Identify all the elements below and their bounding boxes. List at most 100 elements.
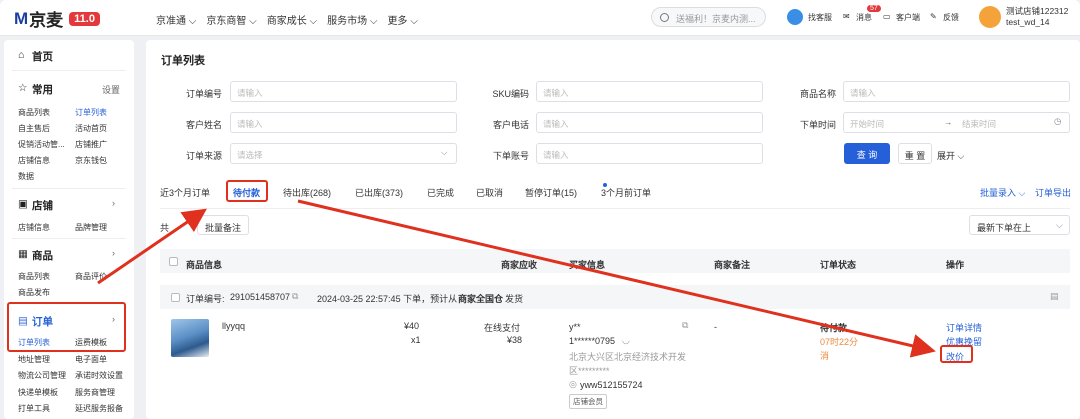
highlight-change-price (940, 345, 973, 363)
order-no-input[interactable]: 请输入 (230, 81, 457, 102)
main-panel: 订单列表 订单编号 请输入 SKU编码 请输入 商品名称 请输入 客户姓名 请输… (146, 40, 1080, 419)
tab-cancelled[interactable]: 已取消 (476, 186, 503, 199)
nav-more[interactable]: 更多 ⌵ (387, 12, 417, 27)
label-customer-phone: 客户电话 (492, 120, 529, 130)
customer-phone-input[interactable]: 请输入 (536, 112, 763, 133)
tab-recent-3-months[interactable]: 近3个月订单 (160, 186, 210, 199)
sidebar-item-publish[interactable]: 商品发布 (18, 287, 50, 298)
total-label: 共 (160, 223, 170, 233)
user-id: test_wd_14 (1006, 17, 1050, 27)
th-status: 订单状态 (820, 260, 857, 270)
note-icon[interactable]: ▤ (1050, 291, 1059, 302)
query-button[interactable]: 查 询 (844, 143, 890, 164)
sort-select[interactable]: 最新下单在上 ⌵ (969, 215, 1070, 235)
sidebar-item-shop-detail[interactable]: 店铺信息 (18, 222, 50, 233)
end-time-input[interactable]: 结束时间 (962, 118, 996, 130)
chevron-down-icon: ⌵ (441, 147, 448, 157)
order-source-select[interactable]: 请选择 ⌵ (230, 143, 457, 164)
message-button[interactable]: 消息 (856, 12, 872, 23)
sku-input[interactable]: 请输入 (536, 81, 763, 102)
batch-note-button[interactable]: 批量备注 (197, 215, 249, 235)
order-account-input[interactable]: 请输入 (536, 143, 763, 164)
th-buyer: 买家信息 (569, 260, 606, 270)
sidebar-item-product-list[interactable]: 商品列表 (18, 107, 50, 118)
sidebar-item-delay[interactable]: 延迟服务报备 (75, 403, 123, 414)
user-info[interactable]: 测试店铺122312 test_wd_14 (1006, 6, 1068, 28)
batch-entry-button[interactable]: 批量录入 ⌵ (980, 186, 1025, 199)
member-tag: 店铺会员 (569, 394, 607, 409)
home-icon: ⌂ (18, 49, 25, 61)
reset-button[interactable]: 重 置 (898, 143, 932, 164)
order-time-info: 2024-03-25 22:57:45 下单，预计从 (317, 294, 458, 304)
logo-text: 京麦 (29, 11, 64, 30)
copy-icon[interactable]: ⧉ (682, 320, 688, 331)
sidebar-item-print[interactable]: 打单工具 (18, 403, 50, 414)
avatar[interactable] (979, 6, 1001, 28)
sidebar-item-address[interactable]: 地址管理 (18, 354, 50, 365)
order-status: 待付款 (820, 323, 848, 333)
tab-paused[interactable]: 暂停订单(15) (525, 186, 577, 199)
tab-older[interactable]: 3个月前订单 (601, 186, 651, 199)
order-checkbox[interactable] (171, 293, 180, 302)
clock-icon: ◷ (1054, 116, 1062, 126)
sidebar-item-data[interactable]: 数据 (18, 171, 34, 182)
buyer-phone: 1******0795 (569, 336, 616, 346)
sidebar-item-order-list[interactable]: 订单列表 (75, 107, 107, 118)
th-actions: 操作 (946, 260, 965, 270)
sidebar-item-wallet[interactable]: 京东钱包 (75, 155, 107, 166)
star-icon: ☆ (18, 82, 28, 94)
order-no-link[interactable]: 291051458707 (230, 292, 290, 302)
sidebar-item-products[interactable]: 商品列表 (18, 271, 50, 282)
status-countdown-tail: 消 (820, 351, 830, 361)
export-button[interactable]: 订单导出 (1035, 186, 1071, 199)
pay-type: 在线支付 (484, 323, 521, 333)
sidebar-item-brand[interactable]: 品牌管理 (75, 222, 107, 233)
tab-shipped[interactable]: 已出库(373) (355, 186, 403, 199)
nav-jingzhuntong[interactable]: 京准通 ⌵ (156, 12, 196, 27)
product-name-input[interactable]: 请输入 (843, 81, 1070, 102)
eye-icon[interactable]: ◡ (622, 335, 630, 346)
sidebar-common: 常用 (32, 84, 53, 96)
sidebar-item-promo[interactable]: 促销活动管... (18, 139, 65, 150)
nav-market[interactable]: 服务市场 ⌵ (327, 12, 377, 27)
settings-link[interactable]: 设置 (102, 83, 120, 96)
nav-shangzhi[interactable]: 京东商智 ⌵ (206, 12, 256, 27)
select-all-checkbox[interactable] (169, 257, 178, 266)
th-product: 商品信息 (186, 260, 223, 270)
order-detail-link[interactable]: 订单详情 (946, 321, 982, 334)
tab-pending-shipment[interactable]: 待出库(268) (283, 186, 331, 199)
product-image[interactable] (171, 319, 209, 357)
sidebar-product[interactable]: 商品 (32, 248, 53, 263)
copy-icon[interactable]: ⧉ (292, 291, 298, 302)
jd-icon: ◎ (569, 379, 577, 389)
nav-growth[interactable]: 商家成长 ⌵ (267, 12, 317, 27)
customer-name-input[interactable]: 请输入 (230, 112, 457, 133)
expand-toggle[interactable]: 展开 ⌵ (937, 149, 964, 162)
sidebar-shop[interactable]: 店铺 (32, 198, 53, 213)
feedback-button[interactable]: 反馈 (943, 12, 959, 23)
product-title[interactable]: llyyqq (222, 321, 245, 331)
tab-completed[interactable]: 已完成 (427, 186, 454, 199)
kefu-button[interactable]: 找客服 (808, 12, 832, 23)
client-button[interactable]: 客户端 (896, 12, 920, 23)
sidebar-home[interactable]: 首页 (32, 49, 53, 64)
search-input[interactable]: 送福利！京麦内测... (651, 7, 766, 27)
sidebar-item-shop-info[interactable]: 店铺信息 (18, 155, 50, 166)
order-time-range[interactable]: 开始时间 → 结束时间 ◷ (843, 112, 1070, 133)
sidebar-item-logistics[interactable]: 物流公司管理 (18, 370, 66, 381)
store-name: 测试店铺122312 (1006, 6, 1069, 16)
sidebar-item-provider[interactable]: 服务商管理 (75, 387, 115, 398)
sidebar-item-timeliness[interactable]: 承诺时效设置 (75, 370, 123, 381)
sidebar-item-activity[interactable]: 活动首页 (75, 123, 107, 134)
ship-label: 发货 (505, 294, 524, 304)
sidebar-item-express-template[interactable]: 快递单模板 (18, 387, 58, 398)
start-time-input[interactable]: 开始时间 (850, 119, 884, 129)
logo[interactable]: M 京麦 11.0 (14, 6, 100, 31)
sidebar-item-promote[interactable]: 店铺推广 (75, 139, 107, 150)
feedback-icon: ✎ (930, 12, 937, 21)
sidebar-item-after-sale[interactable]: 自主售后 (18, 123, 50, 134)
sidebar-item-waybill[interactable]: 电子面单 (75, 354, 107, 365)
logo-mark: M (14, 8, 29, 28)
sidebar-item-reviews[interactable]: 商品评价 (75, 271, 107, 282)
label-order-account: 下单账号 (492, 151, 529, 161)
